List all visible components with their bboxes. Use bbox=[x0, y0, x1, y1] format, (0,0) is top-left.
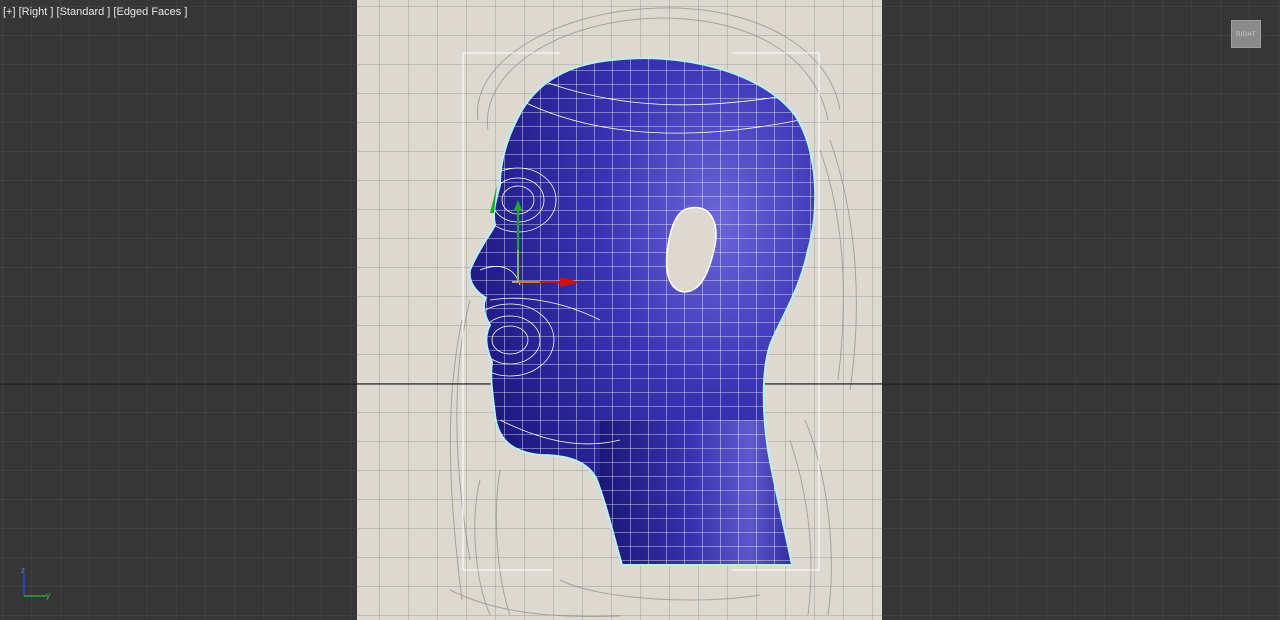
viewcube-icon[interactable]: RIGHT bbox=[1231, 20, 1261, 48]
viewport-shading-mode[interactable]: [Standard ] bbox=[57, 6, 111, 18]
viewport-label-menu[interactable]: [+] [Right ] [Standard ] [Edged Faces ] bbox=[3, 5, 187, 19]
right-viewport[interactable]: z y [+] [Right ] [Standard ] [Edged Face… bbox=[0, 0, 1280, 620]
viewport-menu-plus[interactable]: [+] bbox=[3, 6, 16, 18]
axis-y-label: y bbox=[46, 591, 50, 600]
viewport-display-mode[interactable]: [Edged Faces ] bbox=[113, 6, 187, 18]
viewport-view-name[interactable]: [Right ] bbox=[19, 6, 54, 18]
axis-z-label: z bbox=[21, 566, 25, 575]
viewport-scene[interactable]: z y bbox=[0, 0, 1280, 620]
viewcube-label: RIGHT bbox=[1236, 32, 1256, 38]
